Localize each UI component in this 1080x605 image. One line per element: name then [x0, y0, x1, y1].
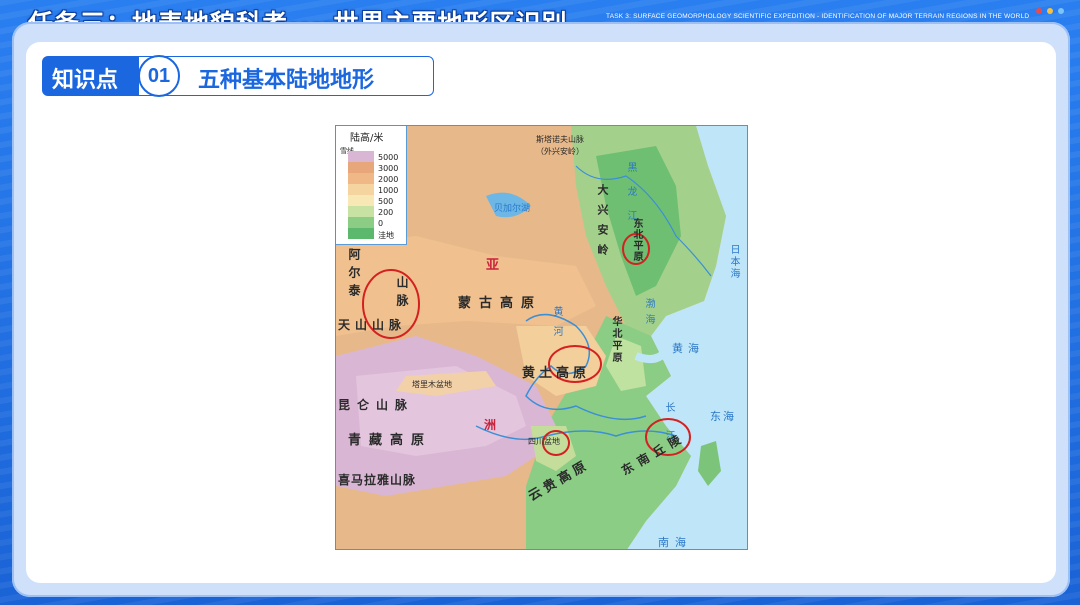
legend-swatch — [348, 195, 374, 206]
label-ya: 亚 — [486, 258, 500, 273]
legend-level: 1000 — [378, 186, 399, 195]
page-subtitle-english: TASK 3: SURFACE GEOMORPHOLOGY SCIENTIFIC… — [606, 13, 1030, 20]
section-header: 知识点 01 五种基本陆地地形 — [42, 55, 434, 97]
label-sichuan-basin: 四川盆地 — [528, 437, 560, 446]
legend-title: 陆高/米 — [350, 133, 384, 144]
legend-swatch — [348, 228, 374, 239]
label-tianshan: 天山山脉 — [338, 318, 407, 332]
legend-level: 0 — [378, 219, 384, 228]
legend-level: 5000 — [378, 153, 399, 162]
label-dongbei-plain: 东北平原 — [631, 218, 642, 262]
section-number: 01 — [138, 55, 180, 97]
legend-level: 3000 — [378, 164, 399, 173]
label-stanovoy-sub: （外兴安岭） — [536, 147, 584, 156]
label-south-sea: 南海 — [658, 536, 692, 549]
label-yellow-sea: 黄海 — [672, 342, 704, 355]
window-dots — [1036, 8, 1064, 14]
label-kunlun: 昆仑山脉 — [338, 398, 415, 412]
legend-swatch — [348, 217, 374, 228]
section-title: 五种基本陆地地形 — [198, 68, 375, 93]
legend-level: 洼地 — [378, 231, 394, 240]
map-legend: 陆高/米 雪线 5000 3000 2000 1000 500 200 0 洼地 — [336, 126, 407, 245]
label-da-xing-an: 大兴安岭 — [596, 184, 609, 264]
label-himalaya: 喜马拉雅山脉 — [338, 473, 417, 487]
label-mongolia-plateau: 蒙古高原 — [458, 296, 543, 311]
label-qingzang-plateau: 青藏高原 — [348, 433, 433, 448]
terrain-map: 陆高/米 雪线 5000 3000 2000 1000 500 200 0 洼地… — [335, 125, 748, 550]
dot-blue-icon — [1058, 8, 1064, 14]
legend-level: 2000 — [378, 175, 399, 184]
label-bohai: 渤海 — [643, 298, 654, 330]
label-japan-sea: 日本海 — [728, 244, 739, 280]
label-altai: 阿尔泰 — [347, 248, 361, 302]
legend-swatch — [348, 206, 374, 217]
legend-swatch — [348, 184, 374, 195]
dot-red-icon — [1036, 8, 1042, 14]
dot-yellow-icon — [1047, 8, 1053, 14]
section-label: 知识点 — [52, 68, 119, 93]
label-stanovoy: 斯塔诺夫山脉 — [536, 135, 584, 144]
label-loess-plateau: 黄土高原 — [522, 366, 591, 381]
label-zhou: 洲 — [484, 418, 497, 432]
label-east-sea: 东海 — [710, 410, 736, 423]
legend-level: 200 — [378, 208, 394, 217]
label-shanmai: 山脉 — [395, 276, 409, 312]
legend-swatch — [348, 162, 374, 173]
legend-level: 500 — [378, 197, 394, 206]
label-huabei-plain: 华北平原 — [610, 316, 621, 364]
label-yellow-river: 黄河 — [551, 306, 562, 346]
legend-swatch — [348, 151, 374, 162]
legend-swatch — [348, 173, 374, 184]
label-baikal: 贝加尔湖 — [494, 204, 531, 214]
label-tarim-basin: 塔里木盆地 — [412, 380, 452, 389]
